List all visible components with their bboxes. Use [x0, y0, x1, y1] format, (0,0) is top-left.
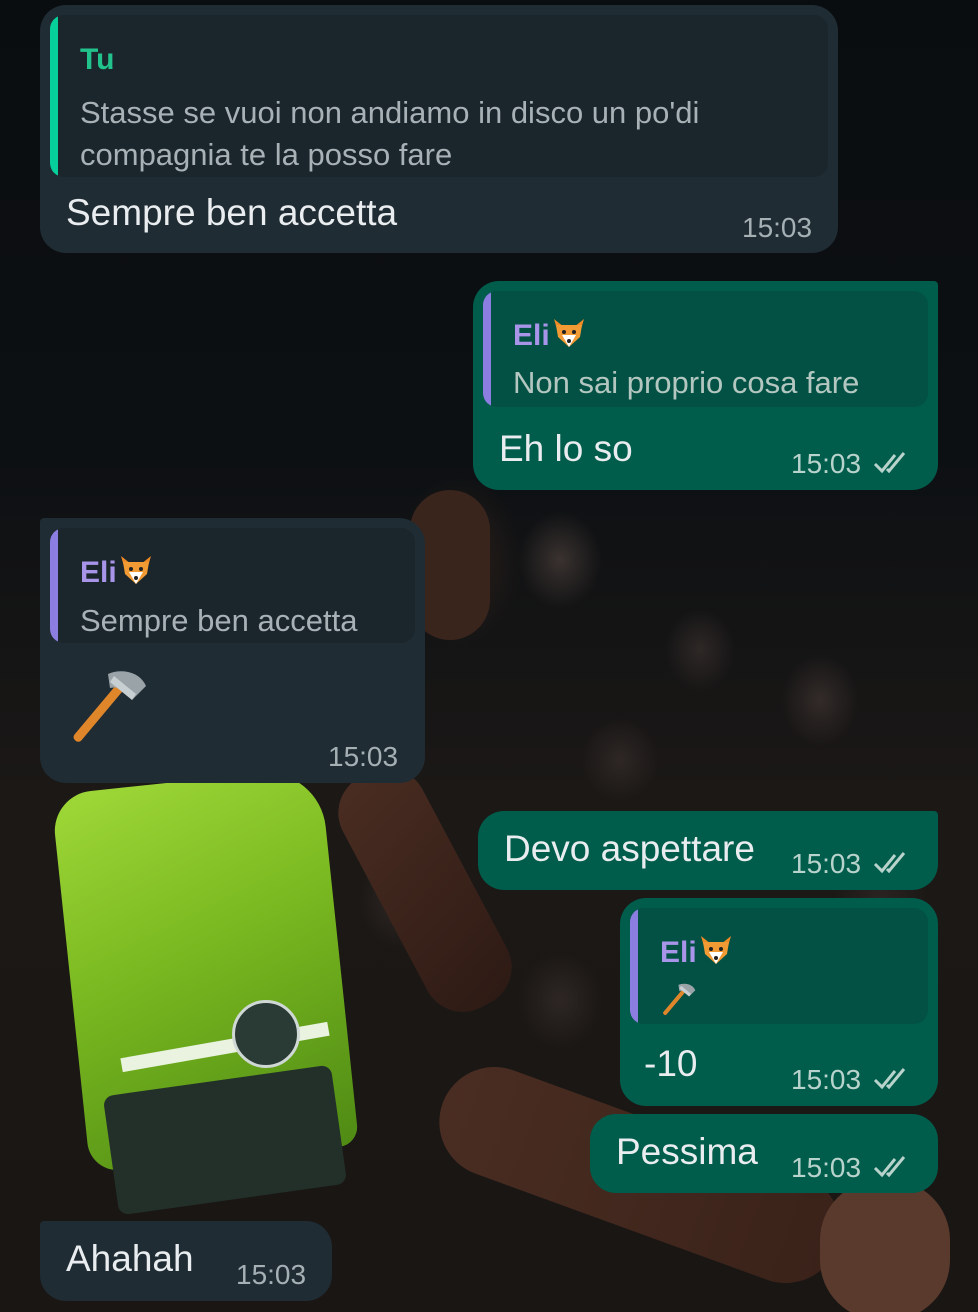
quote-bar [50, 15, 58, 177]
message-bubble-incoming[interactable]: Eli Sempre ben accetta 15:03 [40, 518, 425, 783]
message-time: 15:03 [742, 212, 813, 243]
fox-face-icon [553, 319, 584, 347]
wallpaper-team-logo [232, 1000, 300, 1068]
message-bubble-outgoing[interactable]: Pessima 15:03 [590, 1114, 938, 1193]
quote-author-name: Eli [660, 936, 697, 969]
quoted-message[interactable]: Eli Sempre ben accetta [50, 528, 415, 643]
message-time: 15:03 [791, 848, 862, 879]
quoted-message[interactable]: Eli [630, 908, 928, 1024]
quoted-message[interactable]: Eli Non sai proprio cosa fare [483, 291, 928, 407]
quote-author: Eli [80, 554, 153, 590]
wallpaper-opponent-head [820, 1180, 950, 1312]
message-text: Eh lo so [499, 428, 633, 469]
message-time: 15:03 [236, 1259, 307, 1290]
message-text: Ahahah [66, 1238, 194, 1279]
quote-text: Stasse se vuoi non andiamo in disco un p… [80, 95, 700, 172]
message-bubble-outgoing[interactable]: Eli Non sai proprio cosa fare Eh lo so 1… [473, 281, 938, 490]
message-time: 15:03 [791, 1152, 862, 1183]
read-ticks-icon [873, 852, 906, 874]
axe-icon [663, 983, 696, 1016]
read-ticks-icon [873, 1156, 906, 1178]
message-time: 15:03 [791, 1064, 862, 1095]
message-bubble-incoming[interactable]: Tu Stasse se vuoi non andiamo in disco u… [40, 5, 838, 253]
message-bubble-outgoing[interactable]: Devo aspettare 15:03 [478, 811, 938, 890]
quote-text: Non sai proprio cosa fare [513, 365, 860, 400]
quote-author: Eli [513, 317, 586, 353]
quote-author: Eli [660, 934, 733, 970]
message-text: Pessima [616, 1131, 758, 1172]
message-time: 15:03 [791, 448, 862, 479]
message-text: Devo aspettare [504, 828, 755, 869]
quote-author-name: Eli [513, 319, 550, 352]
read-ticks-icon [873, 452, 906, 474]
quote-bar [50, 528, 58, 643]
fox-face-icon [120, 556, 151, 584]
read-ticks-icon [873, 1068, 906, 1090]
fox-face-icon [700, 936, 731, 964]
quoted-message[interactable]: Tu Stasse se vuoi non andiamo in disco u… [50, 15, 828, 177]
message-text: -10 [644, 1043, 698, 1084]
quote-author-name: Eli [80, 556, 117, 589]
axe-icon [73, 671, 146, 742]
quote-author: Tu [80, 43, 115, 76]
message-time: 15:03 [328, 741, 399, 772]
message-text: Sempre ben accetta [66, 192, 398, 233]
quote-bar [483, 291, 491, 407]
message-bubble-outgoing[interactable]: Eli -10 15:03 [620, 898, 938, 1106]
message-bubble-incoming[interactable]: Ahahah 15:03 [40, 1221, 332, 1301]
quote-bar [630, 908, 638, 1024]
quote-text: Sempre ben accetta [80, 603, 358, 638]
